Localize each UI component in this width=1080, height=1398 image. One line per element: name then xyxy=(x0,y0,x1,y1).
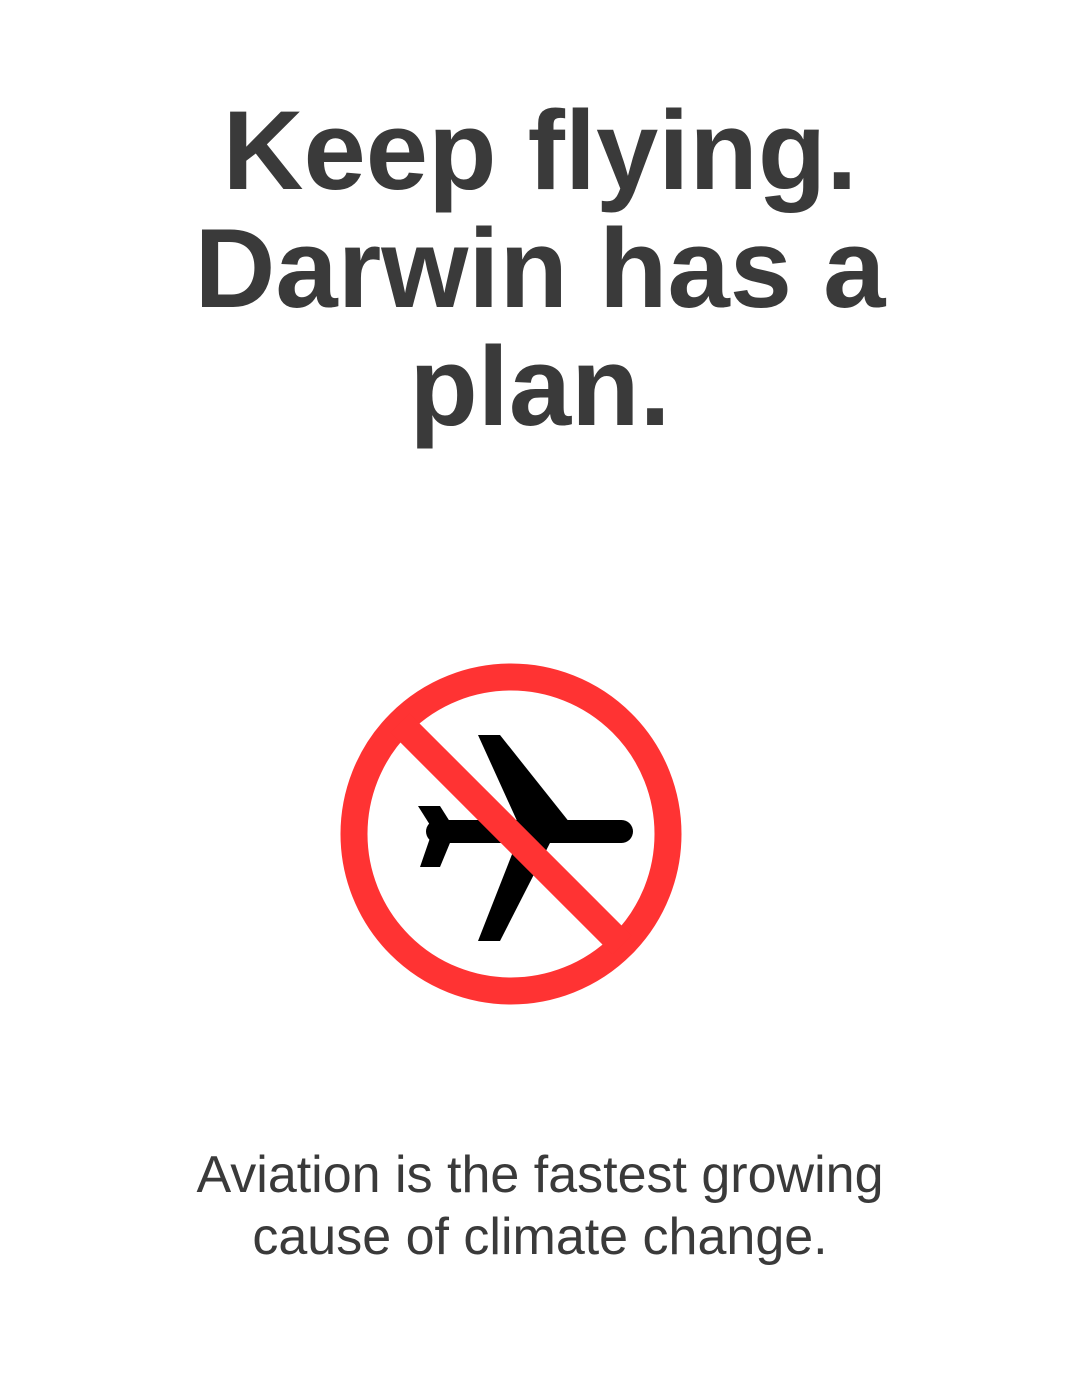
poster: { "headline": { "lines": ["Keep flying."… xyxy=(0,0,1080,1398)
tagline: Aviation is the fastest growing cause of… xyxy=(0,1144,1080,1268)
headline-line-3: plan. xyxy=(409,324,671,449)
headline-line-2: Darwin has a xyxy=(194,206,886,331)
headline: Keep flying. Darwin has a plan. xyxy=(0,92,1080,446)
headline-line-1: Keep flying. xyxy=(222,88,858,213)
no-flying-icon xyxy=(340,663,682,1005)
tagline-line-2: cause of climate change. xyxy=(252,1208,828,1266)
tagline-line-1: Aviation is the fastest growing xyxy=(196,1146,884,1204)
no-flying-sign xyxy=(340,663,682,1005)
